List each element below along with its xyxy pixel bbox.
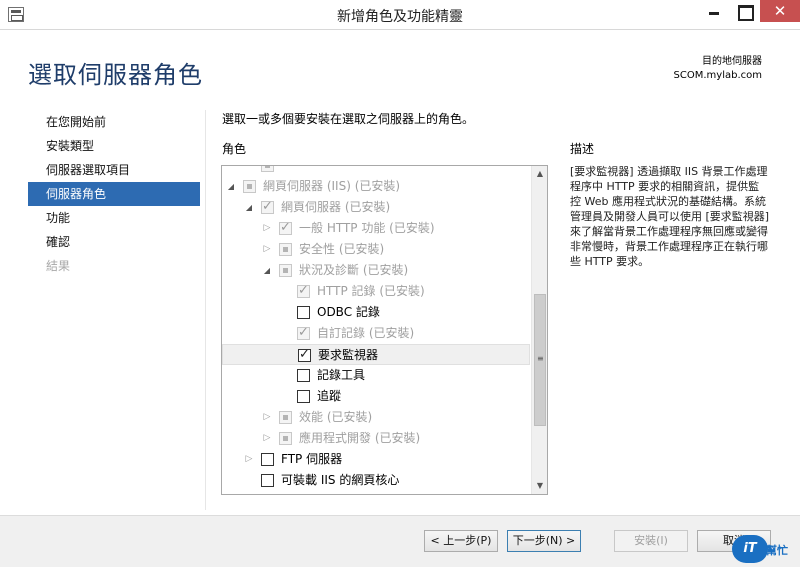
destination-server-info: 目的地伺服器 SCOM.mylab.com bbox=[674, 55, 762, 83]
tree-row[interactable]: 自訂記錄 (已安裝) bbox=[222, 323, 530, 344]
role-checkbox bbox=[279, 218, 292, 238]
tree-row[interactable]: ▷ 應用程式開發 (已安裝) bbox=[222, 428, 530, 449]
tree-row[interactable]: 記錄工具 bbox=[222, 365, 530, 386]
role-checkbox bbox=[297, 323, 310, 343]
maximize-button[interactable] bbox=[728, 0, 760, 22]
tree-row[interactable]: ◢ 網頁伺服器 (已安裝) bbox=[222, 197, 530, 218]
maximize-icon bbox=[728, 0, 760, 22]
roles-header: 角色 bbox=[222, 142, 247, 156]
page-title: 選取伺服器角色 bbox=[28, 61, 203, 89]
role-checkbox bbox=[279, 411, 292, 424]
minimize-button[interactable] bbox=[698, 0, 730, 22]
role-description: [要求監視器] 透過擷取 IIS 背景工作處理程序中 HTTP 要求的相關資訊，… bbox=[570, 165, 770, 268]
role-checkbox bbox=[279, 264, 292, 277]
nav-divider bbox=[205, 110, 206, 510]
nav-item-results: 結果 bbox=[46, 259, 71, 273]
watermark-text: 幫忙 bbox=[766, 544, 788, 557]
role-label: 狀況及診斷 (已安裝) bbox=[299, 263, 409, 277]
role-label: 網頁伺服器 (已安裝) bbox=[281, 200, 391, 214]
tree-row[interactable]: 可裝載 IIS 的網頁核心 bbox=[222, 470, 530, 491]
collapse-arrow-icon[interactable]: ◢ bbox=[244, 197, 254, 218]
scrollbar-grip-icon: ≡ bbox=[537, 354, 544, 363]
expand-arrow-icon[interactable]: ▷ bbox=[262, 218, 272, 239]
nav-item-server-roles[interactable]: 伺服器角色 bbox=[28, 182, 200, 206]
tree-row[interactable]: ▷ FTP 伺服器 bbox=[222, 449, 530, 470]
install-button: 安裝(I) bbox=[614, 530, 688, 552]
expand-arrow-icon[interactable]: ▷ bbox=[262, 407, 272, 428]
collapse-arrow-icon[interactable]: ◢ bbox=[226, 176, 236, 197]
instruction-text: 選取一或多個要安裝在選取之伺服器上的角色。 bbox=[222, 112, 475, 126]
previous-button[interactable]: < 上一步(P) bbox=[424, 530, 498, 552]
role-label: 網頁伺服器 (IIS) (已安裝) bbox=[263, 179, 401, 193]
destination-label: 目的地伺服器 bbox=[702, 56, 762, 67]
role-label: 一般 HTTP 功能 (已安裝) bbox=[299, 221, 435, 235]
tree-row[interactable]: ▷ 效能 (已安裝) bbox=[222, 407, 530, 428]
role-checkbox[interactable] bbox=[261, 474, 274, 487]
title-bar: 新增角色及功能精靈 ✕ bbox=[0, 0, 800, 30]
role-checkbox[interactable] bbox=[297, 306, 310, 319]
tree-row[interactable]: ODBC 記錄 bbox=[222, 302, 530, 323]
scroll-up-arrow-icon[interactable]: ▲ bbox=[532, 166, 547, 182]
tree-row[interactable]: ▷ 一般 HTTP 功能 (已安裝) bbox=[222, 218, 530, 239]
roles-tree[interactable]: ◢ 網頁伺服器 (IIS) (已安裝) ◢ 網頁伺服器 (已安裝) ▷ 一般 HTTP 功… bbox=[221, 165, 548, 495]
role-checkbox[interactable] bbox=[297, 390, 310, 403]
tree-row[interactable]: ◢ 狀況及診斷 (已安裝) bbox=[222, 260, 530, 281]
role-checkbox bbox=[279, 243, 292, 256]
role-label: 要求監視器 bbox=[318, 348, 379, 362]
collapse-arrow-icon[interactable]: ◢ bbox=[262, 260, 272, 281]
destination-server-name: SCOM.mylab.com bbox=[673, 70, 762, 81]
close-icon: ✕ bbox=[773, 2, 787, 20]
tree-row[interactable]: ▷ 安全性 (已安裝) bbox=[222, 239, 530, 260]
wizard-footer: < 上一步(P) 下一步(N) > 安裝(I) 取消 bbox=[0, 515, 800, 567]
role-checkbox bbox=[261, 197, 274, 217]
site-watermark: iT 幫忙 bbox=[732, 535, 798, 563]
next-button[interactable]: 下一步(N) > bbox=[507, 530, 581, 552]
nav-item-server-selection[interactable]: 伺服器選取項目 bbox=[28, 158, 200, 182]
nav-item-features[interactable]: 功能 bbox=[28, 206, 200, 230]
tree-row[interactable]: HTTP 記錄 (已安裝) bbox=[222, 281, 530, 302]
role-label: 記錄工具 bbox=[317, 368, 366, 382]
expand-arrow-icon[interactable]: ▷ bbox=[244, 449, 254, 470]
tree-row[interactable]: ◢ 網頁伺服器 (IIS) (已安裝) bbox=[222, 176, 530, 197]
role-label: HTTP 記錄 (已安裝) bbox=[317, 284, 425, 298]
vertical-scrollbar[interactable]: ▲ ≡ ▼ bbox=[531, 166, 547, 494]
role-label: ODBC 記錄 bbox=[317, 305, 380, 319]
role-checkbox bbox=[261, 166, 274, 172]
tree-row[interactable]: 追蹤 bbox=[222, 386, 530, 407]
role-label: 安全性 (已安裝) bbox=[299, 242, 385, 256]
role-label: FTP 伺服器 bbox=[281, 452, 343, 466]
role-checkbox bbox=[243, 180, 256, 193]
role-label: 應用程式開發 (已安裝) bbox=[299, 431, 421, 445]
close-button[interactable]: ✕ bbox=[760, 0, 800, 22]
role-checkbox[interactable] bbox=[297, 369, 310, 382]
watermark-logo: iT bbox=[732, 535, 768, 563]
window-title: 新增角色及功能精靈 bbox=[337, 9, 463, 25]
minimize-icon bbox=[698, 0, 730, 22]
tree-row-selected[interactable]: 要求監視器 bbox=[222, 344, 530, 365]
role-checkbox bbox=[279, 432, 292, 445]
description-header: 描述 bbox=[570, 142, 595, 156]
expand-arrow-icon[interactable]: ▷ bbox=[262, 239, 272, 260]
role-checkbox[interactable] bbox=[261, 453, 274, 466]
wizard-nav: 在您開始前 安裝類型 伺服器選取項目 伺服器角色 功能 確認 結果 bbox=[28, 110, 200, 278]
role-label: 可裝載 IIS 的網頁核心 bbox=[281, 473, 400, 487]
nav-item-installation-type[interactable]: 安裝類型 bbox=[28, 134, 200, 158]
role-label: 效能 (已安裝) bbox=[299, 410, 373, 424]
role-label: 追蹤 bbox=[317, 389, 342, 403]
expand-arrow-icon[interactable]: ▷ bbox=[262, 428, 272, 449]
role-label: 自訂記錄 (已安裝) bbox=[317, 326, 415, 340]
nav-item-before-you-begin[interactable]: 在您開始前 bbox=[28, 110, 200, 134]
scroll-down-arrow-icon[interactable]: ▼ bbox=[532, 478, 547, 494]
tree-row[interactable] bbox=[222, 166, 530, 176]
nav-item-confirmation[interactable]: 確認 bbox=[28, 230, 200, 254]
scrollbar-thumb[interactable]: ≡ bbox=[534, 294, 546, 426]
role-checkbox[interactable] bbox=[298, 345, 311, 365]
role-checkbox bbox=[297, 281, 310, 301]
